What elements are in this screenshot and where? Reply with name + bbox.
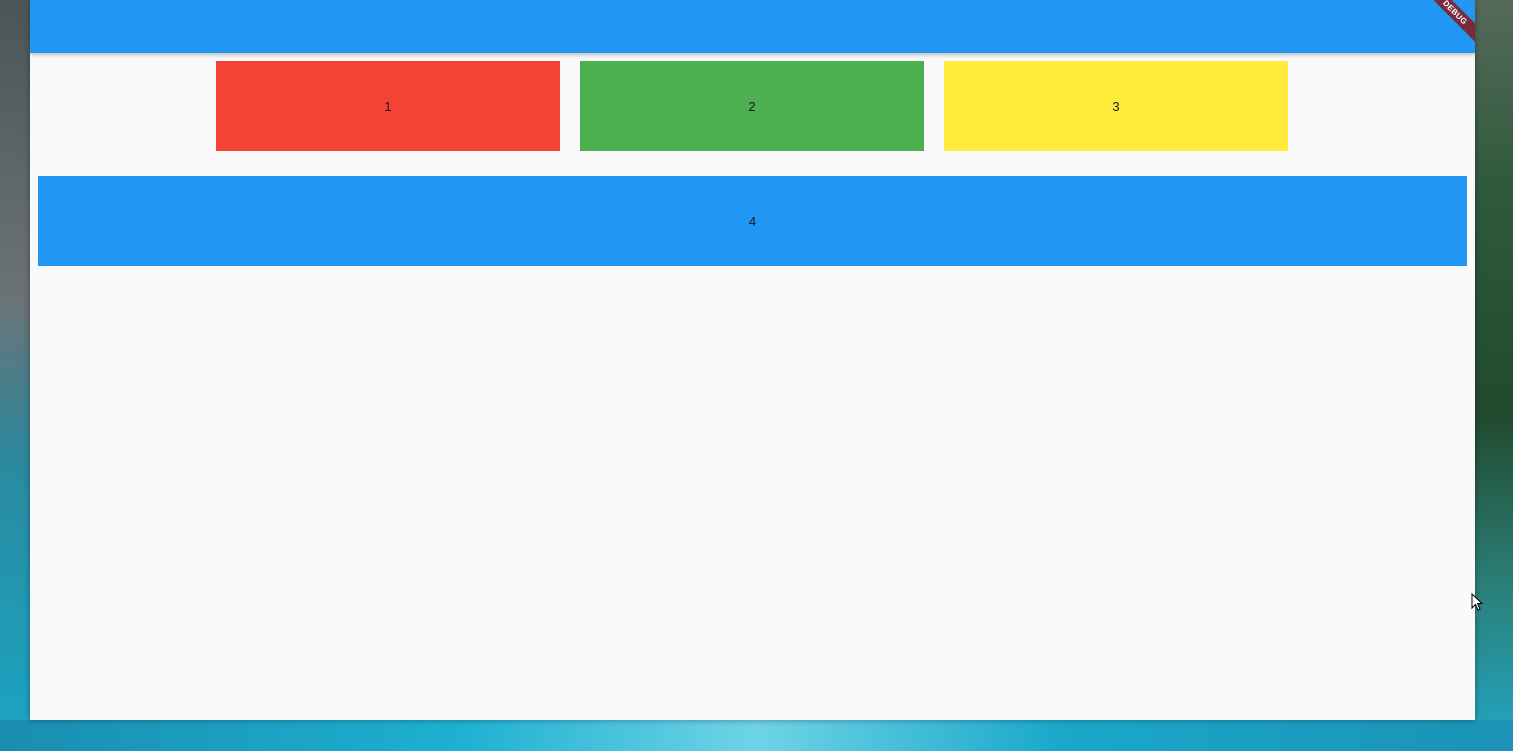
- desktop-wallpaper-left: [0, 0, 30, 751]
- box-1: 1: [216, 61, 560, 151]
- mouse-pointer-icon: [1471, 593, 1483, 611]
- debug-banner: DEBUG: [1423, 0, 1475, 44]
- app-window: DEBUG 1 2 3 4: [30, 0, 1475, 720]
- box-3-label: 3: [1112, 98, 1120, 114]
- desktop-wallpaper-right: [1475, 0, 1513, 751]
- box-3: 3: [944, 61, 1288, 151]
- app-bar: DEBUG: [30, 0, 1475, 53]
- box-1-label: 1: [384, 98, 392, 114]
- box-2: 2: [580, 61, 924, 151]
- box-4-label: 4: [748, 213, 757, 229]
- box-4: 4: [38, 176, 1467, 266]
- desktop-wallpaper-bottom: [0, 720, 1513, 751]
- box-row: 1 2 3: [30, 61, 1475, 151]
- box-2-label: 2: [748, 98, 756, 114]
